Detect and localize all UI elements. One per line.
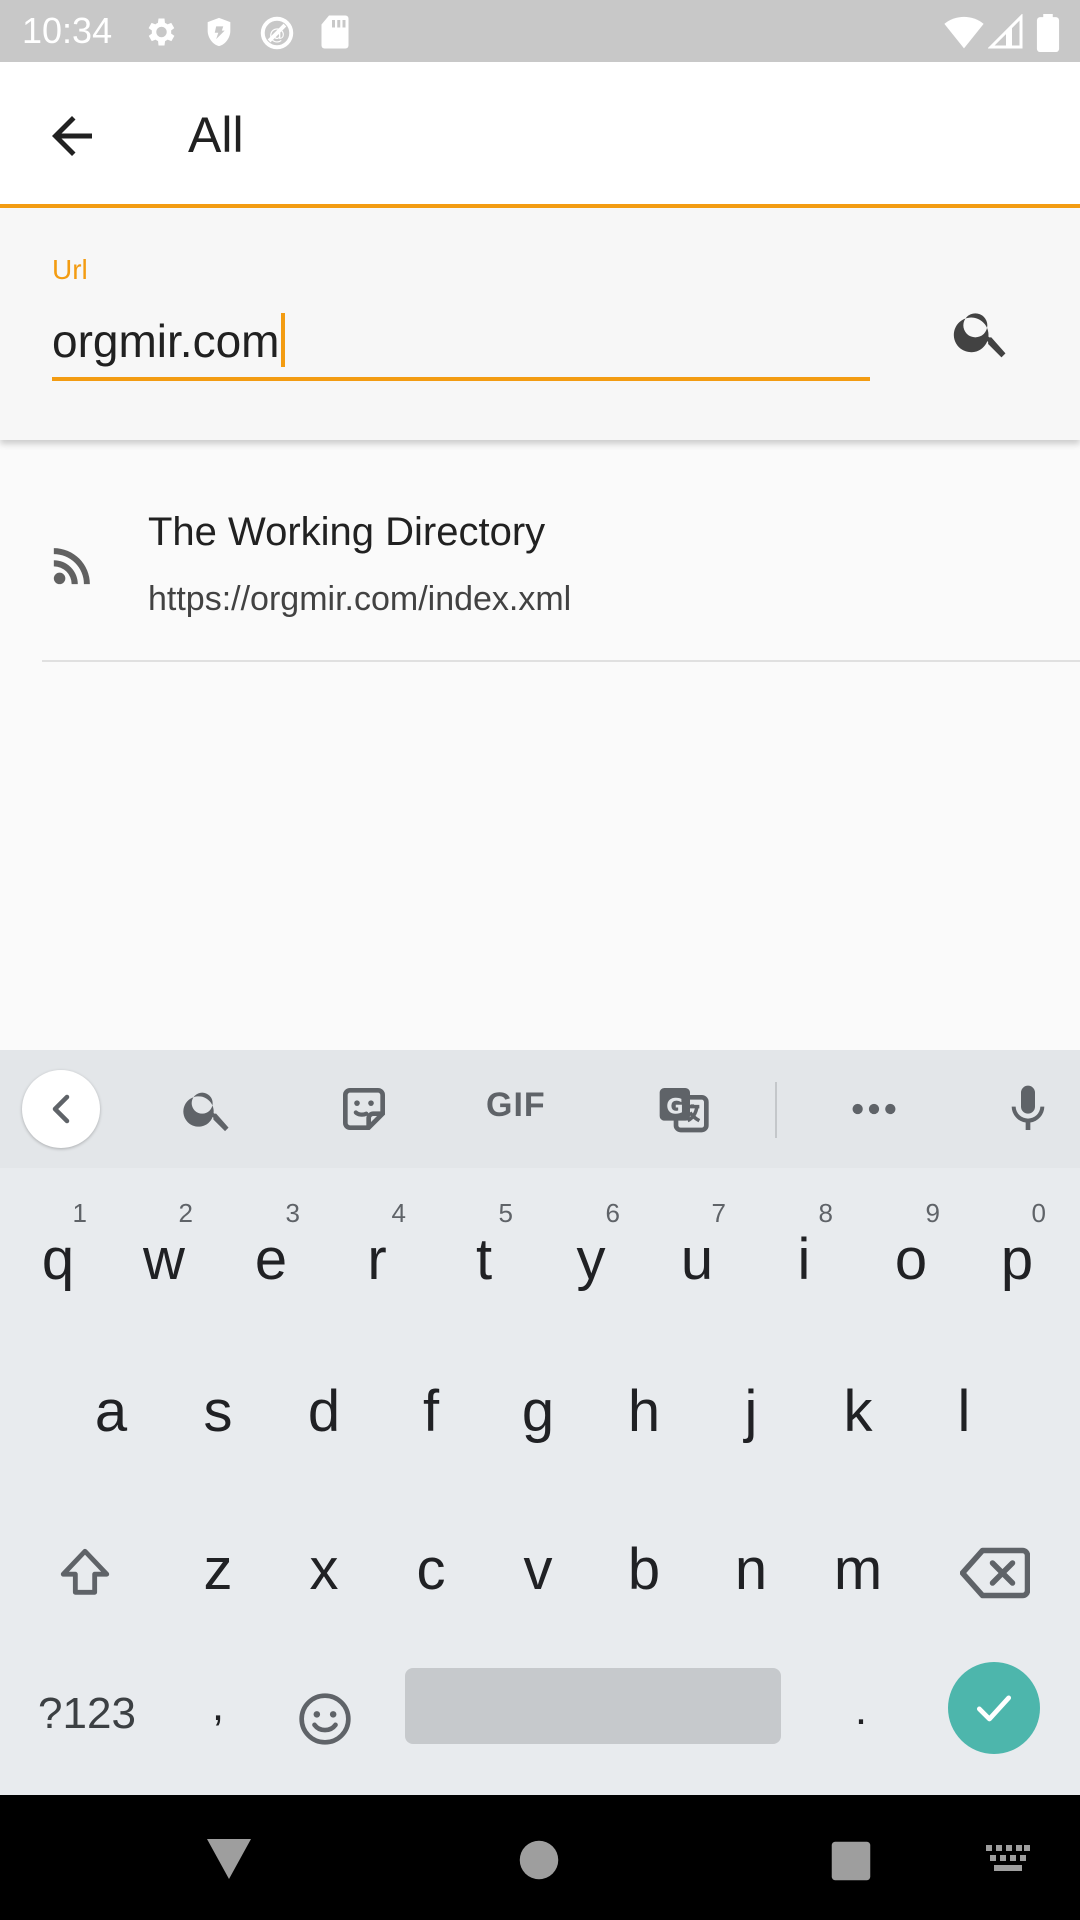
key-g[interactable]: g [497, 1342, 579, 1472]
key-q[interactable]: 1q [17, 1190, 99, 1320]
key-j[interactable]: j [710, 1342, 792, 1472]
shift-key[interactable] [40, 1500, 130, 1630]
wifi-icon [944, 16, 984, 49]
key-z[interactable]: z [177, 1500, 259, 1630]
key-d[interactable]: d [283, 1342, 365, 1472]
key-u[interactable]: 7u [656, 1190, 738, 1320]
key-n[interactable]: n [710, 1500, 792, 1630]
url-input-value: orgmir.com [52, 315, 280, 367]
key-f[interactable]: f [390, 1342, 472, 1472]
more-icon[interactable] [846, 1080, 902, 1138]
shift-icon [60, 1548, 110, 1595]
shield-icon [207, 17, 231, 47]
key-c[interactable]: c [390, 1500, 472, 1630]
rss-feed-icon [53, 548, 90, 585]
nav-recents-icon[interactable] [830, 1840, 872, 1882]
emoji-icon [299, 1693, 351, 1745]
toolbar-separator [775, 1082, 777, 1138]
search-section: Url orgmir.com [0, 210, 1080, 440]
battery-icon [1036, 14, 1060, 52]
emoji-key[interactable] [283, 1645, 365, 1775]
translate-icon[interactable]: G [655, 1080, 711, 1138]
result-url: https://orgmir.com/index.xml [148, 580, 572, 618]
status-bar: 10:34 @ [0, 0, 1080, 62]
key-t[interactable]: 5t [443, 1190, 525, 1320]
page-title: All [188, 107, 244, 163]
key-h[interactable]: h [603, 1342, 685, 1472]
key-i[interactable]: 8i [763, 1190, 845, 1320]
back-arrow-icon[interactable] [42, 106, 102, 166]
svg-text:@: @ [269, 24, 285, 43]
keyboard-search-icon[interactable] [180, 1080, 236, 1138]
text-cursor [281, 313, 286, 367]
result-title: The Working Directory [148, 510, 546, 554]
cell-signal-icon [988, 14, 1023, 49]
sd-card-icon [321, 15, 349, 49]
collapse-icon[interactable] [22, 1070, 100, 1148]
list-item[interactable]: The Working Directory https://orgmir.com… [0, 470, 1080, 662]
key-period[interactable]: . [820, 1645, 902, 1775]
keyboard-toolbar: GIF G [0, 1050, 1080, 1168]
screen: 10:34 @ All Url orgmir.com The Working D… [0, 0, 1080, 1920]
url-label: Url [52, 254, 88, 285]
key-a[interactable]: a [70, 1342, 152, 1472]
key-o[interactable]: 9o [870, 1190, 952, 1320]
nav-home-icon[interactable] [518, 1839, 560, 1881]
status-time: 10:34 [22, 10, 113, 51]
settings-icon [148, 18, 175, 46]
symbols-key[interactable]: ?123 [22, 1645, 152, 1775]
key-x[interactable]: x [283, 1500, 365, 1630]
svg-text:G: G [666, 1095, 683, 1119]
search-icon[interactable] [950, 300, 1014, 364]
data-saver-icon: @ [260, 16, 294, 50]
enter-key[interactable] [948, 1662, 1040, 1754]
key-comma[interactable]: , [177, 1645, 259, 1775]
key-e[interactable]: 3e [230, 1190, 312, 1320]
key-s[interactable]: s [177, 1342, 259, 1472]
key-v[interactable]: v [497, 1500, 579, 1630]
divider [42, 660, 1080, 662]
backspace-icon [960, 1547, 1030, 1599]
key-w[interactable]: 2w [123, 1190, 205, 1320]
gif-label: GIF [486, 1086, 546, 1124]
key-k[interactable]: k [817, 1342, 899, 1472]
key-l[interactable]: l [923, 1342, 1005, 1472]
mic-icon[interactable] [1000, 1080, 1056, 1138]
key-m[interactable]: m [817, 1500, 899, 1630]
sticker-icon[interactable] [336, 1080, 392, 1138]
url-input[interactable]: orgmir.com [52, 305, 870, 381]
key-b[interactable]: b [603, 1500, 685, 1630]
key-p[interactable]: 0p [976, 1190, 1058, 1320]
navigation-bar [0, 1795, 1080, 1920]
check-icon [976, 1695, 1012, 1722]
nav-back-icon[interactable] [205, 1837, 253, 1881]
app-bar: All [0, 62, 1080, 208]
keyboard-switch-icon[interactable] [986, 1845, 1030, 1877]
space-bar[interactable] [405, 1668, 781, 1744]
key-y[interactable]: 6y [550, 1190, 632, 1320]
gif-icon[interactable]: GIF [486, 1086, 546, 1144]
keyboard: GIF G 1q 2w 3e 4r 5t 6y 7u 8i 9o 0p a s … [0, 1050, 1080, 1795]
key-r[interactable]: 4r [336, 1190, 418, 1320]
backspace-key[interactable] [950, 1500, 1040, 1630]
